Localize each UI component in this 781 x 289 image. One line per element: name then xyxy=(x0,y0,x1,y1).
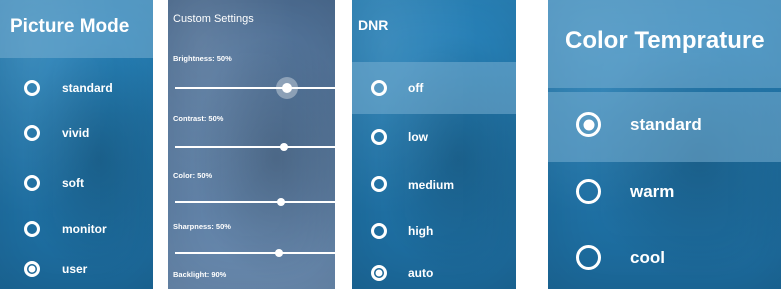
picture-mode-option-monitor[interactable]: monitor xyxy=(0,208,153,248)
radio-button-checked-icon[interactable] xyxy=(576,112,601,137)
option-label: vivid xyxy=(62,126,90,140)
color-temperature-panel: Color Temprature standard warm cool xyxy=(548,0,781,289)
contrast-label: Contrast: 50% xyxy=(173,114,224,123)
color-temperature-option-warm[interactable]: warm xyxy=(548,162,781,226)
radio-button-icon[interactable] xyxy=(24,175,40,191)
radio-button-icon[interactable] xyxy=(24,125,40,141)
picture-mode-option-user[interactable]: user xyxy=(0,250,153,289)
picture-mode-title: Picture Mode xyxy=(10,16,130,37)
dnr-option-off[interactable]: off xyxy=(352,62,516,114)
dnr-option-high[interactable]: high xyxy=(352,210,516,254)
color-temperature-option-cool[interactable]: cool xyxy=(548,226,781,289)
radio-button-checked-icon[interactable] xyxy=(24,261,40,277)
color-temperature-option-standard[interactable]: standard xyxy=(548,92,781,162)
brightness-label: Brightness: 50% xyxy=(173,54,232,63)
option-label: standard xyxy=(630,115,702,134)
picture-mode-option-standard[interactable]: standard xyxy=(0,64,153,112)
option-label: high xyxy=(408,224,434,238)
screen-glare xyxy=(168,0,335,289)
option-label: medium xyxy=(408,178,455,192)
option-label: standard xyxy=(62,81,113,95)
custom-settings-panel: Custom Settings Brightness: 50% Contrast… xyxy=(168,0,335,289)
custom-settings-title: Custom Settings xyxy=(173,13,254,25)
radio-button-icon[interactable] xyxy=(576,179,601,204)
radio-button-icon[interactable] xyxy=(576,245,601,270)
contrast-slider-track[interactable] xyxy=(175,146,335,148)
radio-button-icon[interactable] xyxy=(24,80,40,96)
option-label: off xyxy=(408,81,424,95)
option-label: auto xyxy=(408,266,434,280)
dnr-option-medium[interactable]: medium xyxy=(352,162,516,210)
sharpness-slider-thumb[interactable] xyxy=(275,249,283,257)
color-slider-thumb[interactable] xyxy=(277,198,285,206)
sharpness-slider-track[interactable] xyxy=(175,252,335,254)
dnr-option-low[interactable]: low xyxy=(352,114,516,162)
radio-button-icon[interactable] xyxy=(371,176,387,192)
brightness-slider-thumb[interactable] xyxy=(282,83,292,93)
brightness-slider-track[interactable] xyxy=(175,87,335,89)
sharpness-label: Sharpness: 50% xyxy=(173,222,231,231)
option-label: cool xyxy=(630,248,665,267)
color-temperature-title: Color Temprature xyxy=(565,27,765,54)
option-label: soft xyxy=(62,176,84,190)
radio-button-icon[interactable] xyxy=(24,221,40,237)
option-label: warm xyxy=(630,182,675,201)
color-slider-track[interactable] xyxy=(175,201,335,203)
contrast-slider-thumb[interactable] xyxy=(280,143,288,151)
radio-button-icon[interactable] xyxy=(371,223,387,239)
color-label: Color: 50% xyxy=(173,171,213,180)
option-label: low xyxy=(408,130,428,144)
picture-mode-option-vivid[interactable]: vivid xyxy=(0,112,153,160)
radio-button-icon[interactable] xyxy=(371,129,387,145)
radio-button-checked-icon[interactable] xyxy=(371,265,387,281)
radio-button-icon[interactable] xyxy=(371,80,387,96)
dnr-title: DNR xyxy=(358,17,389,33)
dnr-option-auto[interactable]: auto xyxy=(352,256,516,289)
option-label: monitor xyxy=(62,222,107,236)
picture-mode-panel: Picture Mode standard vivid soft monitor… xyxy=(0,0,153,289)
dnr-panel: DNR off low medium high auto xyxy=(352,0,516,289)
backlight-label: Backlight: 90% xyxy=(173,270,227,279)
option-label: user xyxy=(62,262,88,276)
picture-mode-option-soft[interactable]: soft xyxy=(0,160,153,208)
